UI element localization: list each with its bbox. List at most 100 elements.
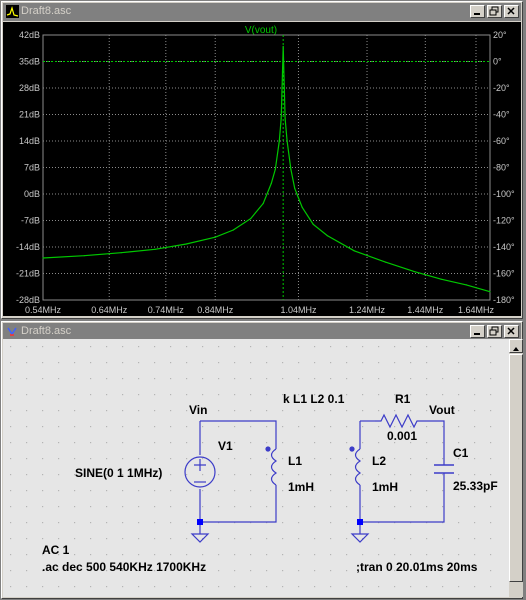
restore-button[interactable] (487, 5, 502, 18)
minimize-button[interactable] (470, 325, 485, 338)
data-point (294, 187, 296, 189)
data-point (284, 117, 286, 119)
y-right-tick-label: -40° (493, 110, 510, 120)
y-right-tick-label: -20° (493, 83, 510, 93)
l2-value[interactable]: 1mH (372, 480, 398, 494)
data-point (262, 202, 264, 205)
waveform-plot[interactable]: V(vout) 42dB 20° 35dB 0° 28dB -20° 21dB -40° 14d… (3, 22, 521, 316)
net-label-vin[interactable]: Vin (189, 403, 207, 417)
y-right-tick-label: -160° (493, 269, 515, 279)
coupling-directive[interactable]: k L1 L2 0.1 (283, 392, 345, 406)
x-tick-label: 1.04MHz (280, 305, 317, 315)
data-point (286, 140, 288, 142)
data-point (440, 278, 442, 280)
schematic-canvas[interactable]: Vin Vout k L1 L2 0.1 R1 0.001 V1 SINE(0 … (3, 339, 517, 597)
close-icon (507, 327, 515, 335)
data-point (214, 236, 216, 238)
y-right-tick-label: -80° (493, 163, 510, 173)
y-right-tick-label: 0° (493, 57, 502, 67)
data-point (120, 252, 122, 254)
y-tick-label: -14dB (16, 242, 40, 252)
data-point (301, 206, 303, 208)
schematic-window-title: Draft8.asc (21, 325, 72, 337)
y-right-tick-label: 20° (493, 30, 507, 40)
data-point (185, 243, 187, 245)
data-point (83, 255, 85, 257)
close-button[interactable] (504, 325, 519, 338)
l2-name[interactable]: L2 (372, 454, 386, 468)
y-tick-label: 42dB (19, 30, 40, 40)
data-point (274, 168, 276, 170)
data-point (280, 117, 282, 119)
y-tick-label: 35dB (19, 57, 40, 67)
y-right-tick-label: -100° (493, 189, 515, 199)
minimize-icon (474, 13, 480, 15)
v1-name[interactable]: V1 (218, 439, 233, 453)
data-point (326, 235, 328, 237)
plot-window-title: Draft8.asc (21, 5, 72, 17)
scroll-thumb[interactable] (509, 354, 523, 582)
x-tick-label: 0.84MHz (197, 305, 234, 315)
data-point (154, 248, 156, 250)
plot-window-titlebar[interactable]: Draft8.asc (3, 3, 521, 21)
y-right-tick-label: -60° (493, 136, 510, 146)
data-point (232, 229, 234, 231)
y-tick-label: 14dB (19, 136, 40, 146)
vertical-scrollbar[interactable] (509, 339, 523, 597)
y-tick-label: -28dB (16, 295, 40, 305)
node-junction (197, 519, 203, 525)
node-junction (357, 519, 363, 525)
data-point (282, 45, 284, 47)
l1-value[interactable]: 1mH (288, 480, 314, 494)
restore-button[interactable] (487, 325, 502, 338)
y-right-tick-label: -180° (493, 295, 515, 305)
close-icon (507, 7, 515, 15)
close-button[interactable] (504, 5, 519, 18)
x-tick-label: 1.64MHz (458, 305, 495, 315)
data-point (42, 257, 44, 259)
minimize-icon (474, 333, 480, 335)
y-tick-label: -21dB (16, 269, 40, 279)
data-point (278, 140, 280, 142)
y-right-tick-label: -120° (493, 216, 515, 226)
plot-window: Draft8.asc V(vout) 42dB 20° 35dB 0° 28dB -20°… (1, 1, 523, 319)
data-point (384, 261, 386, 263)
scroll-up-button[interactable] (509, 339, 523, 353)
r1-value[interactable]: 0.001 (387, 429, 417, 443)
x-tick-label: 0.54MHz (25, 305, 62, 315)
data-point (290, 168, 292, 170)
trace-label[interactable]: V(vout) (245, 25, 277, 36)
y-tick-label: 0dB (24, 189, 40, 199)
schematic-icon (7, 327, 17, 336)
x-tick-label: 0.74MHz (148, 305, 185, 315)
trace-line-vout (42, 46, 491, 293)
minimize-button[interactable] (470, 5, 485, 18)
c1-value[interactable]: 25.33pF (453, 479, 498, 493)
x-tick-label: 1.44MHz (407, 305, 444, 315)
data-point (489, 291, 491, 293)
restore-icon (489, 6, 499, 16)
data-point (353, 250, 355, 252)
y-tick-label: -7dB (21, 216, 40, 226)
data-point (465, 284, 467, 286)
x-tick-label: 0.64MHz (91, 305, 128, 315)
tran-comment-directive[interactable]: ;tran 0 20.01ms 20ms (356, 560, 478, 574)
y-tick-label: 7dB (24, 163, 40, 173)
y-tick-label: 28dB (19, 83, 40, 93)
net-label-vout[interactable]: Vout (429, 403, 455, 417)
plot-svg[interactable]: V(vout) 42dB 20° 35dB 0° 28dB -20° 21dB -40° 14d… (3, 22, 521, 316)
ac-analysis-directive[interactable]: .ac dec 500 540KHz 1700KHz (42, 560, 206, 574)
data-point (250, 218, 252, 220)
schematic-svg[interactable]: Vin Vout k L1 L2 0.1 R1 0.001 V1 SINE(0 … (3, 339, 501, 597)
restore-icon (489, 326, 499, 336)
data-point (312, 223, 314, 225)
r1-name[interactable]: R1 (395, 392, 411, 406)
y-tick-label: 21dB (19, 110, 40, 120)
ac-source-directive[interactable]: AC 1 (42, 543, 70, 557)
data-point (413, 271, 415, 273)
plot-frame (42, 34, 491, 301)
c1-name[interactable]: C1 (453, 446, 469, 460)
x-tick-label: 1.24MHz (349, 305, 386, 315)
v1-value[interactable]: SINE(0 1 1MHz) (75, 466, 162, 480)
l1-name[interactable]: L1 (288, 454, 302, 468)
